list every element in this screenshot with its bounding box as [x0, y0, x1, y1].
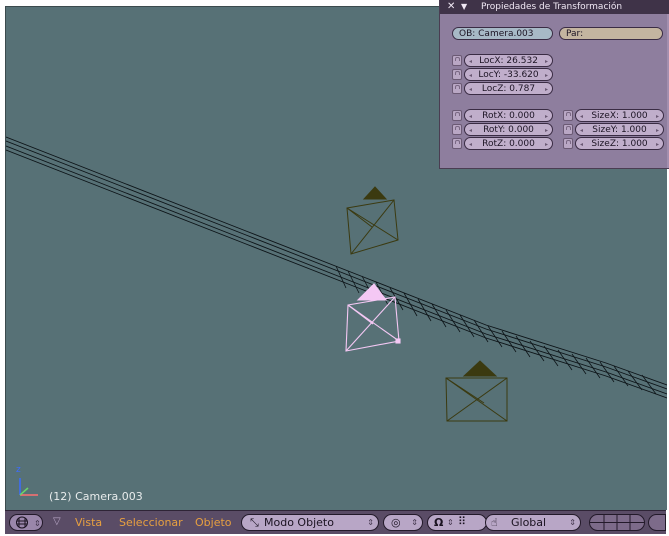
- orientation-selector[interactable]: ☝ Global ⇕: [485, 514, 581, 531]
- lock-icon[interactable]: [452, 83, 462, 94]
- menu-vista[interactable]: Vista: [75, 516, 102, 529]
- draw-type-selector[interactable]: ◎ ⇕: [383, 514, 423, 531]
- triangle-menu-icon[interactable]: ▽: [53, 516, 61, 527]
- svg-text:⇕: ⇕: [34, 519, 41, 528]
- menu-seleccionar[interactable]: Seleccionar: [119, 516, 183, 529]
- rot-x-field[interactable]: ◂ RotX: 0.000 ▸: [464, 109, 553, 122]
- mode-selector[interactable]: ⤡ Modo Objeto ⇕: [241, 514, 379, 531]
- camera-object-selected[interactable]: [345, 283, 401, 352]
- layer-buttons-more[interactable]: [648, 514, 666, 531]
- loc-y-field[interactable]: ◂ LocY: -33.620 ▸: [464, 68, 553, 81]
- layer-buttons-icon[interactable]: [589, 514, 645, 531]
- loc-x-field[interactable]: ◂ LocX: 26.532 ▸: [464, 54, 553, 67]
- lock-icon[interactable]: [452, 124, 462, 135]
- pivot-icon: Ω: [434, 516, 444, 529]
- active-object-label: (12) Camera.003: [49, 490, 143, 503]
- lock-icon[interactable]: [452, 69, 462, 80]
- draw-type-icon: ◎: [391, 516, 401, 529]
- pivot-snap-group[interactable]: Ω ⇕ ⠿: [427, 514, 487, 531]
- collapse-triangle-icon[interactable]: ▼: [461, 0, 467, 14]
- object-name-field[interactable]: OB: Camera.003: [452, 27, 553, 40]
- axis-z-label: z: [16, 465, 21, 475]
- lock-icon[interactable]: [452, 110, 462, 121]
- grid-view-icon: ⇕: [16, 516, 41, 529]
- lock-icon[interactable]: [452, 138, 462, 149]
- panel-titlebar: ✕ ▼ Propiedades de Transformación: [440, 0, 669, 14]
- rot-y-field[interactable]: ◂ RotY: 0.000 ▸: [464, 123, 553, 136]
- size-z-field[interactable]: ◂ SizeZ: 1.000 ▸: [575, 137, 664, 150]
- loc-z-field[interactable]: ◂ LocZ: 0.787 ▸: [464, 82, 553, 95]
- close-icon[interactable]: ✕: [447, 0, 455, 14]
- rot-z-field[interactable]: ◂ RotZ: 0.000 ▸: [464, 137, 553, 150]
- lock-icon[interactable]: [563, 110, 573, 121]
- transform-properties-panel: ✕ ▼ Propiedades de Transformación OB: Ca…: [439, 0, 669, 169]
- parent-field[interactable]: Par:: [559, 27, 663, 40]
- mode-arrows-icon: ⤡: [250, 516, 259, 529]
- axis-gizmo-icon: [19, 478, 38, 496]
- camera-object-top[interactable]: [346, 186, 399, 255]
- hand-manipulator-icon: ☝: [491, 516, 498, 529]
- viewport-header: ⇕ ▽ Vista Seleccionar Objeto ⤡ Modo Obje…: [5, 510, 666, 534]
- lock-icon[interactable]: [563, 124, 573, 135]
- lock-icon[interactable]: [452, 55, 462, 66]
- menu-objeto[interactable]: Objeto: [195, 516, 232, 529]
- panel-title: Propiedades de Transformación: [481, 2, 623, 12]
- lock-icon[interactable]: [563, 138, 573, 149]
- curve-object[interactable]: [6, 136, 667, 399]
- editor-type-button[interactable]: ⇕: [9, 514, 43, 531]
- snap-icon[interactable]: ⠿: [458, 514, 466, 529]
- size-x-field[interactable]: ◂ SizeX: 1.000 ▸: [575, 109, 664, 122]
- camera-object-bottom[interactable]: [445, 360, 508, 422]
- size-y-field[interactable]: ◂ SizeY: 1.000 ▸: [575, 123, 664, 136]
